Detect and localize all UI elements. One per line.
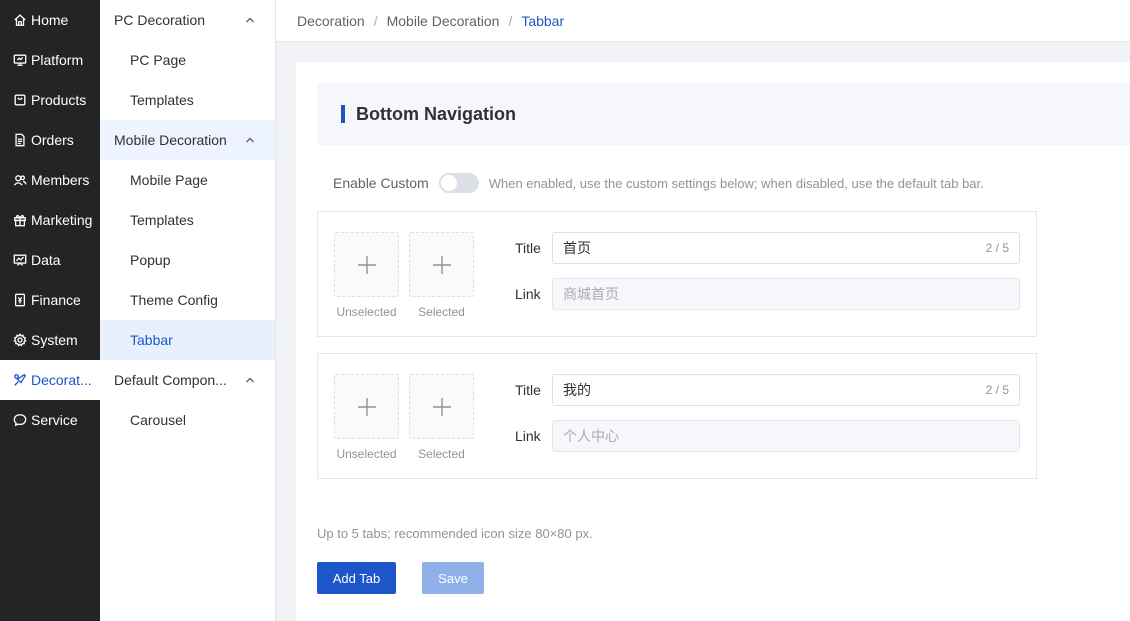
nav-item-data[interactable]: Data [0,240,100,280]
subnav-item-tabbar[interactable]: Tabbar [100,320,275,360]
link-input-value: 个人中心 [563,428,619,444]
breadcrumb-separator: / [508,12,513,29]
selected-icon-uploader[interactable] [409,232,474,297]
title-char-count: 2 / 5 [985,241,1009,255]
nav-item-products[interactable]: Products [0,80,100,120]
nav-item-members[interactable]: Members [0,160,100,200]
link-input[interactable]: 个人中心 [552,420,1020,452]
switch-knob [440,175,457,191]
link-label: Link [515,428,541,444]
selected-icon-uploader[interactable] [409,374,474,439]
subnav-group-pc-decoration[interactable]: PC Decoration [100,0,275,40]
plus-icon [432,397,451,416]
brush-icon [12,372,28,388]
title-input-value: 首页 [563,240,591,256]
subnav-item-mobile-templates[interactable]: Templates [100,200,275,240]
shopping-bag-icon [12,92,28,108]
plus-icon [357,397,376,416]
link-input-value: 商城首页 [563,286,619,302]
tab-config-block: Unselected Selected Title 首页 2 / 5 Link … [317,211,1037,337]
enable-custom-row: Enable Custom When enabled, use the cust… [333,172,984,194]
title-char-count: 2 / 5 [985,383,1009,397]
document-icon [12,132,28,148]
enable-custom-switch[interactable] [438,173,479,193]
link-input[interactable]: 商城首页 [552,278,1020,310]
unselected-icon-uploader[interactable] [334,232,399,297]
users-icon [12,172,28,188]
unselected-caption: Unselected [336,447,397,461]
title-input[interactable]: 我的 2 / 5 [552,374,1020,406]
title-input-value: 我的 [563,382,591,398]
nav-item-service[interactable]: Service [0,400,100,440]
chevron-up-icon [245,375,255,385]
breadcrumb-mobile-decoration[interactable]: Mobile Decoration [387,13,500,29]
title-input[interactable]: 首页 2 / 5 [552,232,1020,264]
home-icon [12,12,28,28]
chevron-up-icon [245,15,255,25]
title-label: Title [515,382,541,398]
breadcrumb-decoration[interactable]: Decoration [297,13,365,29]
section-title: Bottom Navigation [356,103,516,124]
title-label: Title [515,240,541,256]
main-card: Bottom Navigation Enable Custom When ena… [296,62,1130,621]
nav-item-system[interactable]: System [0,320,100,360]
save-button[interactable]: Save [422,562,484,594]
section-header: Bottom Navigation [317,83,1130,145]
section-accent-bar [341,105,345,123]
nav-item-finance[interactable]: Finance [0,280,100,320]
enable-custom-label: Enable Custom [333,175,429,191]
subnav-group-mobile-decoration[interactable]: Mobile Decoration [100,120,275,160]
unselected-icon-uploader[interactable] [334,374,399,439]
subnav-item-popup[interactable]: Popup [100,240,275,280]
gear-icon [12,332,28,348]
enable-custom-hint: When enabled, use the custom settings be… [488,175,984,191]
subnav-item-theme-config[interactable]: Theme Config [100,280,275,320]
link-label: Link [515,286,541,302]
subnav-item-pc-templates[interactable]: Templates [100,80,275,120]
tab-config-block: Unselected Selected Title 我的 2 / 5 Link … [317,353,1037,479]
breadcrumb-separator: / [373,12,378,29]
gift-icon [12,212,28,228]
unselected-caption: Unselected [336,305,397,319]
primary-sidebar: Home Platform Products Orders Members Ma… [0,0,100,621]
secondary-sidebar: PC Decoration PC Page Templates Mobile D… [100,0,276,621]
nav-item-decoration[interactable]: Decorat... [0,360,100,400]
subnav-item-carousel[interactable]: Carousel [100,400,275,440]
selected-caption: Selected [418,305,465,319]
breadcrumb: Decoration / Mobile Decoration / Tabbar [276,0,1130,42]
breadcrumb-tabbar: Tabbar [521,12,565,29]
nav-item-orders[interactable]: Orders [0,120,100,160]
plus-icon [357,255,376,274]
plus-icon [432,255,451,274]
chat-icon [12,412,28,428]
chart-icon [12,252,28,268]
selected-caption: Selected [418,447,465,461]
subnav-item-pc-page[interactable]: PC Page [100,40,275,80]
nav-item-home[interactable]: Home [0,0,100,40]
subnav-group-default-components[interactable]: Default Compon... [100,360,275,400]
add-tab-button[interactable]: Add Tab [317,562,396,594]
tab-limit-tip: Up to 5 tabs; recommended icon size 80×8… [317,526,593,541]
monitor-icon [12,52,28,68]
ledger-icon [12,292,28,308]
nav-item-platform[interactable]: Platform [0,40,100,80]
nav-item-marketing[interactable]: Marketing [0,200,100,240]
chevron-up-icon [245,135,255,145]
subnav-item-mobile-page[interactable]: Mobile Page [100,160,275,200]
